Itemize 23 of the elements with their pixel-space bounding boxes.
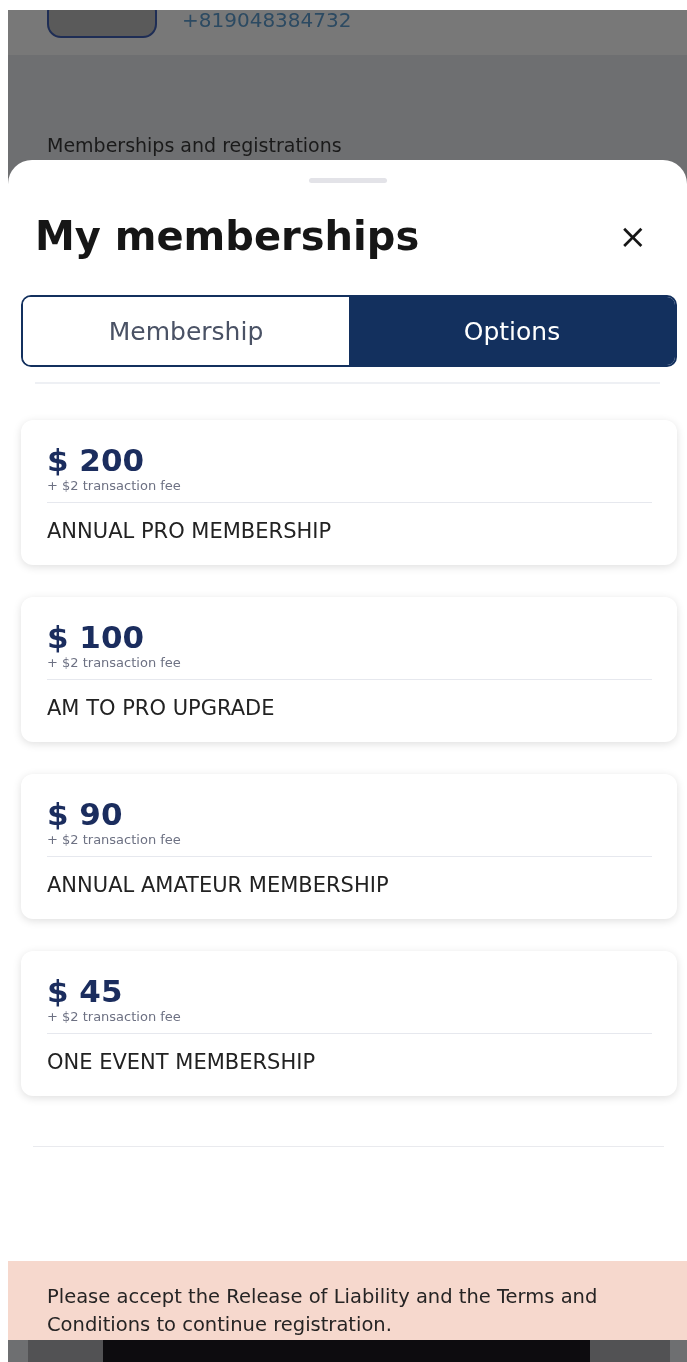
section-title: Memberships and registrations — [47, 134, 342, 156]
drag-handle[interactable] — [308, 178, 387, 183]
option-card[interactable]: $ 100 + $2 transaction fee AM TO PRO UPGRADE — [21, 597, 677, 742]
close-button[interactable]: × — [618, 219, 647, 253]
option-name: ANNUAL PRO MEMBERSHIP — [47, 518, 333, 545]
option-card[interactable]: $ 45 + $2 transaction fee ONE EVENT MEMBERSHIP — [21, 951, 677, 1096]
fee-note: + $2 transaction fee — [47, 478, 182, 494]
option-price: $ 45 — [47, 973, 124, 1009]
fee-note: + $2 transaction fee — [47, 655, 182, 671]
option-card[interactable]: $ 90 + $2 transaction fee ANNUAL AMATEUR MEMBERSHIP — [21, 774, 677, 919]
option-name: AM TO PRO UPGRADE — [47, 695, 276, 722]
option-card[interactable]: $ 200 + $2 transaction fee ANNUAL PRO MEMBERSHIP — [21, 420, 677, 565]
tab[interactable]: Options — [349, 297, 675, 365]
option-price: $ 100 — [47, 619, 146, 655]
fee-note: + $2 transaction fee — [47, 832, 182, 848]
phone-number: +819048384732 — [182, 10, 352, 32]
fee-note: + $2 transaction fee — [47, 1009, 182, 1025]
sheet-title: My memberships — [35, 213, 420, 259]
warning-message: Please accept the Release of Liability and the Terms and Conditions to continue registration. — [47, 1284, 599, 1338]
option-price: $ 90 — [47, 796, 124, 832]
option-price: $ 200 — [47, 442, 146, 478]
option-name: ONE EVENT MEMBERSHIP — [47, 1049, 317, 1076]
option-name: ANNUAL AMATEUR MEMBERSHIP — [47, 872, 390, 899]
